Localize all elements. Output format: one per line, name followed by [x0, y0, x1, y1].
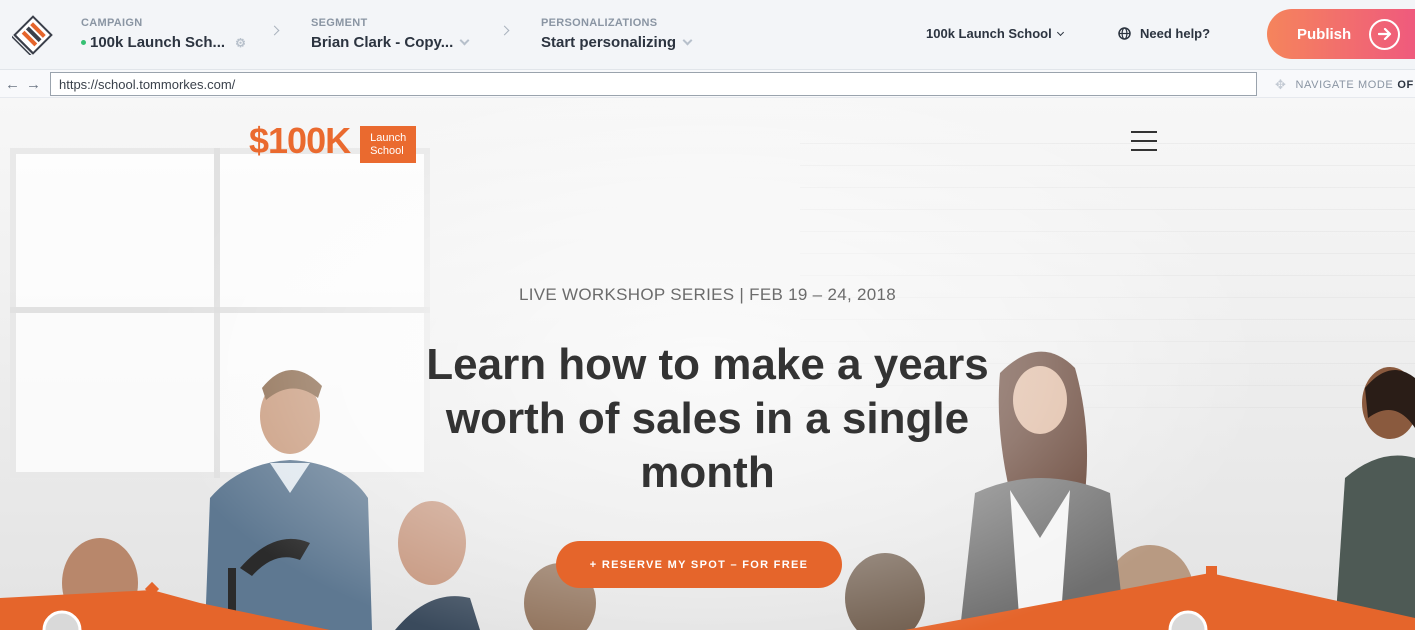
segment-name: Brian Clark - Copy... — [311, 34, 454, 51]
website-hero: $100K Launch School LIVE WORKSHOP SERIES… — [0, 98, 1415, 630]
gear-icon[interactable]: ⚙ — [235, 36, 246, 50]
publish-label: Publish — [1297, 25, 1352, 43]
segment-label: SEGMENT — [311, 17, 368, 29]
segment-selector[interactable]: SEGMENT Brian Clark - Copy... — [311, 17, 470, 51]
forward-arrow-icon[interactable]: → — [26, 76, 41, 93]
url-input[interactable] — [50, 72, 1257, 96]
event-subheading: LIVE WORKSHOP SERIES | FEB 19 – 24, 2018 — [518, 285, 897, 304]
site-selector-dropdown[interactable]: 100k Launch School — [926, 26, 1064, 41]
back-arrow-icon[interactable]: ← — [5, 76, 20, 93]
site-logo[interactable]: $100K Launch School — [249, 120, 417, 163]
chevron-right-icon — [499, 25, 510, 36]
status-dot-icon — [81, 40, 86, 45]
logo-badge-line2: School — [370, 145, 404, 157]
logo-badge-line1: Launch — [370, 132, 407, 144]
campaign-name: 100k Launch Sch... — [90, 34, 226, 51]
chevron-down-icon — [682, 35, 693, 46]
logo-text: $100K — [249, 120, 351, 161]
campaign-label: CAMPAIGN — [81, 17, 143, 29]
help-label: Need help? — [1140, 26, 1211, 41]
navigate-mode-label: NAVIGATE MODE — [1295, 79, 1394, 91]
reserve-spot-button[interactable]: + RESERVE MY SPOT – FOR FREE — [556, 541, 842, 588]
personalizations-label: PERSONALIZATIONS — [541, 17, 658, 29]
app-logo-icon[interactable] — [12, 15, 54, 55]
logo-badge: Launch School — [360, 126, 417, 163]
chevron-down-icon — [1056, 28, 1064, 36]
url-bar: ← → ✥ NAVIGATE MODE OF — [0, 70, 1415, 98]
navigate-mode-icon: ✥ — [1275, 77, 1287, 92]
chevron-down-icon — [459, 35, 470, 46]
arrow-right-icon — [1369, 18, 1401, 50]
publish-button[interactable]: Publish — [1267, 9, 1415, 59]
help-link[interactable]: Need help? — [1118, 26, 1210, 41]
globe-help-icon — [1118, 27, 1131, 40]
hero-headline: Learn how to make a years worth of sales… — [426, 340, 989, 497]
personalizations-value: Start personalizing — [541, 34, 677, 51]
site-selector-label: 100k Launch School — [926, 26, 1052, 41]
navigate-mode-toggle[interactable]: ✥ NAVIGATE MODE OF — [1275, 77, 1414, 93]
campaign-selector[interactable]: CAMPAIGN 100k Launch Sch... ⚙ — [81, 17, 246, 51]
personalizations-selector[interactable]: PERSONALIZATIONS Start personalizing — [541, 17, 693, 51]
hamburger-menu-icon[interactable] — [1131, 131, 1157, 151]
chevron-right-icon — [269, 25, 280, 36]
navigate-mode-value: OF — [1397, 79, 1414, 91]
editor-toolbar: CAMPAIGN 100k Launch Sch... ⚙ SEGMENT Br… — [0, 0, 1415, 70]
